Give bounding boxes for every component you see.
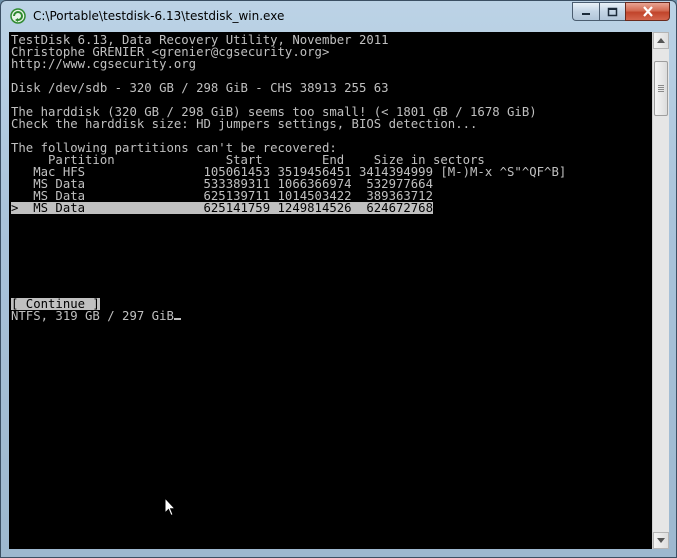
filesystem-status-text: NTFS, 319 GB / 297 GiB [11,309,174,323]
window-title: C:\Portable\testdisk-6.13\testdisk_win.e… [33,9,285,23]
partition-row-selected[interactable]: > MS Data 625141759 1249814526 624672768 [11,202,433,214]
text-cursor [173,318,181,320]
thumb-grip-line [658,89,664,90]
minimize-icon [582,12,590,15]
maximize-icon [607,7,618,16]
scroll-down-button[interactable] [653,532,669,549]
header-line-url: http://www.cgsecurity.org [11,57,197,71]
filesystem-status-line: NTFS, 319 GB / 297 GiB [11,310,181,322]
console-area[interactable]: TestDisk 6.13, Data Recovery Utility, No… [9,32,652,549]
check-hint-line: Check the harddisk size: HD jumpers sett… [11,117,478,131]
disk-info-line: Disk /dev/sdb - 320 GB / 298 GiB - CHS 3… [11,81,389,95]
scroll-down-arrow-icon [657,538,665,543]
testdisk-app-icon [10,8,26,24]
mouse-pointer-icon [164,497,176,517]
minimize-button[interactable] [572,2,599,21]
maximize-button[interactable] [599,2,625,21]
scroll-up-arrow-icon [657,38,665,43]
scroll-up-button[interactable] [653,32,669,49]
scroll-thumb[interactable] [654,61,668,116]
close-icon [642,6,653,17]
thumb-grip-line [658,91,664,92]
console-window: C:\Portable\testdisk-6.13\testdisk_win.e… [0,0,677,558]
close-button[interactable] [625,2,670,21]
window-controls [572,2,670,21]
vertical-scrollbar[interactable] [652,32,669,549]
thumb-grip-line [658,87,664,88]
title-bar[interactable]: C:\Portable\testdisk-6.13\testdisk_win.e… [1,1,676,31]
thumb-grip-line [658,85,664,86]
